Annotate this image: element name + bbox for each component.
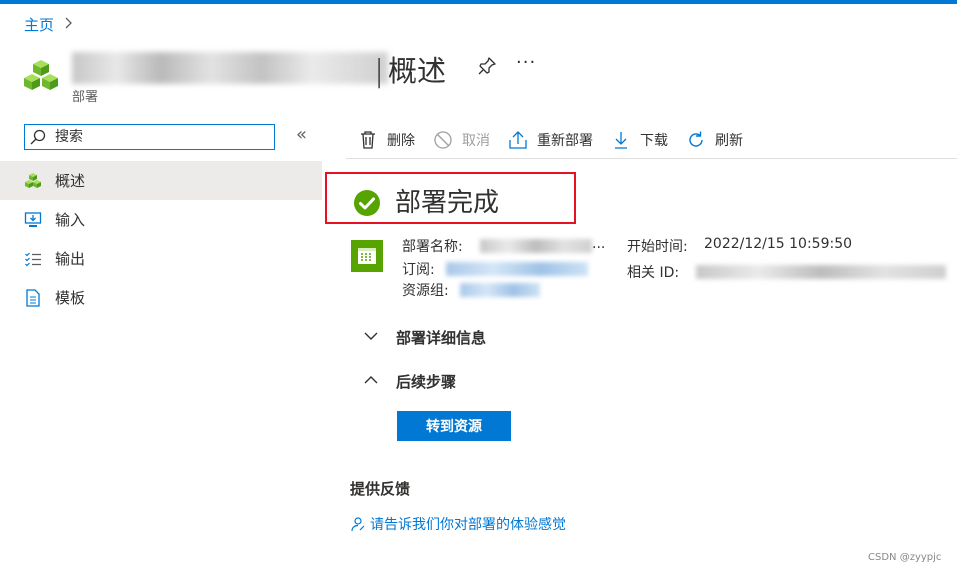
cancel-button[interactable]: 取消 (433, 130, 490, 150)
next-steps-toggle[interactable]: 后续步骤 (364, 371, 456, 392)
title-separator: | (374, 54, 385, 89)
command-bar: 删除 取消 重新部署 下载 刷新 (346, 122, 957, 159)
chevron-right-icon (64, 17, 72, 33)
search-box[interactable] (24, 124, 275, 150)
correlation-id-label: 相关 ID: (627, 265, 680, 281)
cancel-circle-icon (433, 130, 453, 150)
feedback-link[interactable]: 请告诉我们你对部署的体验感觉 (350, 514, 566, 534)
resource-group-label: 资源组: (402, 283, 449, 299)
page-title: 概述 (388, 54, 447, 88)
check-circle-icon (354, 190, 380, 216)
pin-icon[interactable] (476, 55, 498, 77)
refresh-label: 刷新 (715, 133, 743, 149)
deployment-details-toggle[interactable]: 部署详细信息 (364, 327, 486, 348)
trash-icon (358, 130, 378, 150)
download-icon (611, 130, 631, 150)
start-time-label: 开始时间: (627, 239, 688, 255)
redeploy-label: 重新部署 (537, 133, 593, 149)
deployment-name-ellipsis: ... (592, 236, 606, 252)
deployment-details-label: 部署详细信息 (396, 329, 487, 347)
refresh-button[interactable]: 刷新 (686, 130, 743, 150)
deployment-name-redacted (480, 239, 592, 253)
resource-type: 部署 (72, 90, 99, 105)
sidebar-item-label: 输入 (55, 211, 86, 229)
person-feedback-icon (351, 517, 365, 532)
correlation-id-redacted (696, 265, 946, 279)
search-input[interactable] (53, 128, 257, 146)
go-to-resource-button[interactable]: 转到资源 (397, 411, 511, 441)
sidebar-item-label: 输出 (55, 250, 86, 268)
chevron-up-icon (364, 374, 384, 389)
download-label: 下载 (640, 133, 668, 149)
breadcrumb-home-link[interactable]: 主页 (24, 14, 54, 35)
subscription-link-redacted[interactable] (446, 262, 588, 276)
feedback-title: 提供反馈 (350, 480, 411, 498)
delete-label: 删除 (387, 133, 415, 149)
resource-group-link-redacted[interactable] (460, 283, 540, 297)
sidebar-item-inputs[interactable]: 输入 (0, 200, 322, 239)
refresh-icon (686, 130, 706, 150)
sidebar-nav: 概述 输入 输出 模板 (0, 161, 322, 317)
feedback-link-label: 请告诉我们你对部署的体验感觉 (370, 517, 566, 533)
resource-name-redacted (72, 52, 388, 84)
sidebar-item-template[interactable]: 模板 (0, 278, 322, 317)
deployment-status: 部署完成 (395, 188, 500, 218)
watermark: CSDN @zyypjc (868, 552, 942, 563)
delete-button[interactable]: 删除 (358, 130, 415, 150)
subscription-label: 订阅: (402, 262, 435, 278)
top-accent-bar (0, 0, 957, 4)
search-icon (30, 129, 46, 145)
list-output-icon (24, 250, 42, 268)
upload-icon (508, 130, 528, 150)
more-options-button[interactable]: ··· (516, 52, 536, 73)
overview-cubes-icon (24, 172, 42, 190)
sidebar-item-label: 概述 (55, 172, 86, 190)
start-time-value: 2022/12/15 10:59:50 (704, 236, 853, 252)
document-template-icon (24, 288, 42, 307)
download-button[interactable]: 下载 (611, 130, 668, 150)
cancel-label: 取消 (462, 133, 490, 149)
sidebar-item-label: 模板 (55, 289, 86, 307)
sidebar-item-outputs[interactable]: 输出 (0, 239, 322, 278)
breadcrumb: 主页 (24, 14, 72, 35)
sidebar-item-overview[interactable]: 概述 (0, 161, 322, 200)
deployment-calendar-icon (351, 240, 383, 272)
monitor-input-icon (24, 211, 42, 229)
deployment-name-label: 部署名称: (402, 239, 463, 255)
resource-group-cubes-icon (24, 60, 58, 90)
collapse-sidebar-button[interactable]: « (296, 124, 307, 145)
redeploy-button[interactable]: 重新部署 (508, 130, 593, 150)
next-steps-label: 后续步骤 (396, 373, 457, 391)
chevron-down-icon (364, 330, 384, 345)
